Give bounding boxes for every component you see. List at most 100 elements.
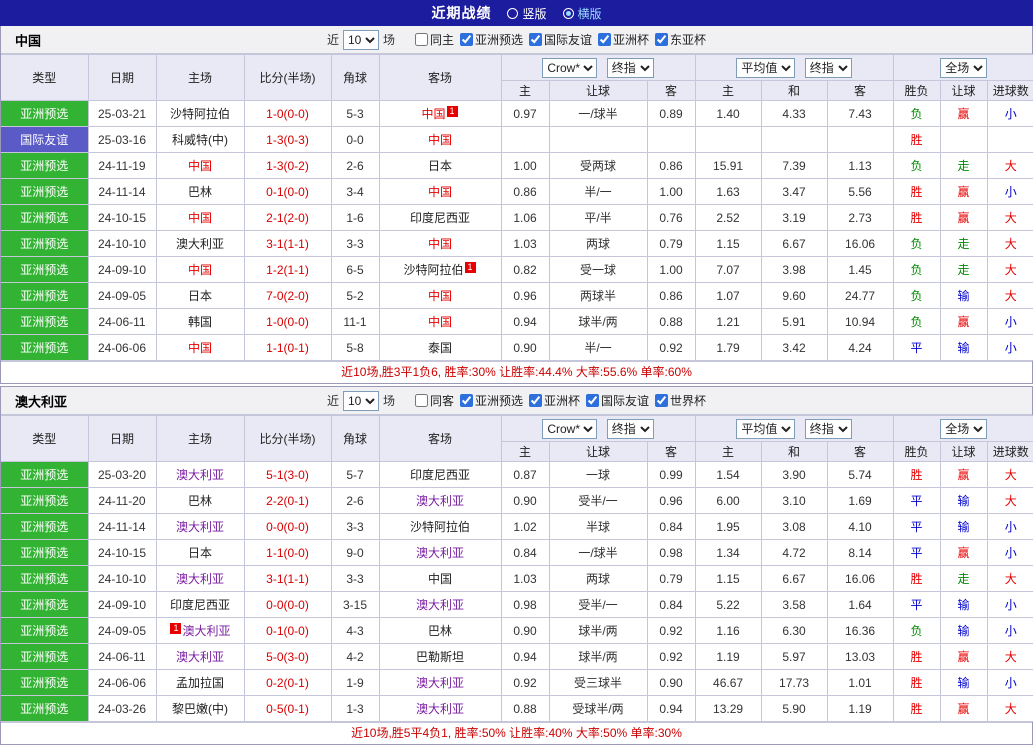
home-team-link[interactable]: 中国 xyxy=(188,341,212,355)
match-type[interactable]: 亚洲预选 xyxy=(1,152,89,179)
checkbox-input[interactable] xyxy=(655,33,669,46)
match-type[interactable]: 亚洲预选 xyxy=(1,565,89,592)
away-team-link[interactable]: 中国 xyxy=(428,185,452,199)
score-link[interactable]: 3-1(1-1) xyxy=(243,565,332,592)
match-type[interactable]: 亚洲预选 xyxy=(1,230,89,257)
score-link[interactable]: 3-1(1-1) xyxy=(243,230,332,257)
match-type[interactable]: 亚洲预选 xyxy=(1,204,89,231)
fulltime-select[interactable]: 全场 xyxy=(940,57,988,78)
match-type[interactable]: 亚洲预选 xyxy=(1,539,89,566)
home-team-link[interactable]: 澳大利亚 xyxy=(176,520,224,534)
score-link[interactable]: 0-5(0-1) xyxy=(243,695,332,722)
away-team-link[interactable]: 中国 xyxy=(428,289,452,303)
home-team-link[interactable]: 澳大利亚 xyxy=(176,237,224,251)
filter-checkbox[interactable]: 同主 xyxy=(414,31,454,48)
away-team-link[interactable]: 澳大利亚 xyxy=(416,598,464,612)
match-type[interactable]: 亚洲预选 xyxy=(1,461,89,488)
match-type[interactable]: 亚洲预选 xyxy=(1,617,89,644)
match-type[interactable]: 亚洲预选 xyxy=(1,308,89,335)
avg-time-select[interactable]: 终指 xyxy=(804,57,852,78)
odds-company-select[interactable]: Crow* xyxy=(542,57,598,78)
checkbox-input[interactable] xyxy=(655,394,669,407)
filter-checkbox[interactable]: 世界杯 xyxy=(655,392,706,409)
home-team-link[interactable]: 澳大利亚 xyxy=(176,650,224,664)
away-team-link[interactable]: 印度尼西亚 xyxy=(410,211,470,225)
match-type[interactable]: 亚洲预选 xyxy=(1,513,89,540)
score-link[interactable]: 1-0(0-0) xyxy=(243,100,332,127)
match-type[interactable]: 亚洲预选 xyxy=(1,591,89,618)
away-team-link[interactable]: 中国 xyxy=(428,315,452,329)
match-type[interactable]: 亚洲预选 xyxy=(1,643,89,670)
away-team-link[interactable]: 沙特阿拉伯 xyxy=(403,263,463,277)
score-link[interactable]: 1-1(0-1) xyxy=(243,334,332,361)
radio-vertical-icon[interactable] xyxy=(507,7,519,19)
odds-time-select[interactable]: 终指 xyxy=(606,418,654,439)
checkbox-input[interactable] xyxy=(459,394,473,407)
score-link[interactable]: 2-1(2-0) xyxy=(243,204,332,231)
score-link[interactable]: 1-3(0-3) xyxy=(243,126,332,153)
checkbox-input[interactable] xyxy=(414,394,428,407)
recent-count-select[interactable]: 10 xyxy=(342,29,379,50)
filter-checkbox[interactable]: 亚洲预选 xyxy=(459,31,523,48)
home-team-link[interactable]: 韩国 xyxy=(188,315,212,329)
score-link[interactable]: 7-0(2-0) xyxy=(243,282,332,309)
match-type[interactable]: 亚洲预选 xyxy=(1,487,89,514)
filter-checkbox[interactable]: 同客 xyxy=(414,392,454,409)
home-team-link[interactable]: 沙特阿拉伯 xyxy=(170,107,230,121)
away-team-link[interactable]: 巴勒斯坦 xyxy=(416,650,464,664)
home-team-link[interactable]: 孟加拉国 xyxy=(176,676,224,690)
score-link[interactable]: 0-0(0-0) xyxy=(243,513,332,540)
match-type[interactable]: 亚洲预选 xyxy=(1,695,89,722)
home-team-link[interactable]: 日本 xyxy=(188,546,212,560)
match-type[interactable]: 亚洲预选 xyxy=(1,282,89,309)
recent-count-select[interactable]: 10 xyxy=(342,390,379,411)
score-link[interactable]: 0-2(0-1) xyxy=(243,669,332,696)
layout-option-horizontal[interactable]: 横版 xyxy=(562,5,602,22)
home-team-link[interactable]: 澳大利亚 xyxy=(182,624,230,638)
score-link[interactable]: 5-1(3-0) xyxy=(243,461,332,488)
match-type[interactable]: 亚洲预选 xyxy=(1,669,89,696)
score-link[interactable]: 1-1(0-0) xyxy=(243,539,332,566)
away-team-link[interactable]: 中国 xyxy=(428,237,452,251)
score-link[interactable]: 0-1(0-0) xyxy=(243,617,332,644)
score-link[interactable]: 1-3(0-2) xyxy=(243,152,332,179)
radio-horizontal-icon[interactable] xyxy=(562,7,574,19)
match-type[interactable]: 亚洲预选 xyxy=(1,334,89,361)
match-type[interactable]: 亚洲预选 xyxy=(1,100,89,127)
layout-option-vertical[interactable]: 竖版 xyxy=(507,5,547,22)
score-link[interactable]: 5-0(3-0) xyxy=(243,643,332,670)
checkbox-input[interactable] xyxy=(586,394,600,407)
checkbox-input[interactable] xyxy=(529,394,542,407)
odds-company-select[interactable]: Crow* xyxy=(542,418,598,439)
away-team-link[interactable]: 中国 xyxy=(428,133,452,147)
home-team-link[interactable]: 印度尼西亚 xyxy=(170,598,230,612)
home-team-link[interactable]: 中国 xyxy=(188,159,212,173)
checkbox-input[interactable] xyxy=(598,33,612,46)
away-team-link[interactable]: 中国 xyxy=(421,107,445,121)
odds-time-select[interactable]: 终指 xyxy=(606,57,654,78)
filter-checkbox[interactable]: 亚洲杯 xyxy=(598,31,649,48)
away-team-link[interactable]: 巴林 xyxy=(428,624,452,638)
avg-source-select[interactable]: 平均值 xyxy=(736,418,796,439)
home-team-link[interactable]: 巴林 xyxy=(188,494,212,508)
score-link[interactable]: 0-0(0-0) xyxy=(243,591,332,618)
filter-checkbox[interactable]: 国际友谊 xyxy=(529,31,592,48)
home-team-link[interactable]: 澳大利亚 xyxy=(176,572,224,586)
filter-checkbox[interactable]: 国际友谊 xyxy=(586,392,649,409)
avg-time-select[interactable]: 终指 xyxy=(804,418,852,439)
away-team-link[interactable]: 澳大利亚 xyxy=(416,702,464,716)
home-team-link[interactable]: 澳大利亚 xyxy=(176,468,224,482)
filter-checkbox[interactable]: 亚洲杯 xyxy=(529,392,580,409)
home-team-link[interactable]: 中国 xyxy=(188,211,212,225)
score-link[interactable]: 2-2(0-1) xyxy=(243,487,332,514)
match-type[interactable]: 国际友谊 xyxy=(1,126,89,153)
fulltime-select[interactable]: 全场 xyxy=(940,418,988,439)
away-team-link[interactable]: 日本 xyxy=(428,159,452,173)
home-team-link[interactable]: 中国 xyxy=(188,263,212,277)
away-team-link[interactable]: 澳大利亚 xyxy=(416,494,464,508)
checkbox-input[interactable] xyxy=(414,33,428,46)
away-team-link[interactable]: 泰国 xyxy=(428,341,452,355)
avg-source-select[interactable]: 平均值 xyxy=(736,57,796,78)
checkbox-input[interactable] xyxy=(459,33,473,46)
away-team-link[interactable]: 沙特阿拉伯 xyxy=(410,520,470,534)
